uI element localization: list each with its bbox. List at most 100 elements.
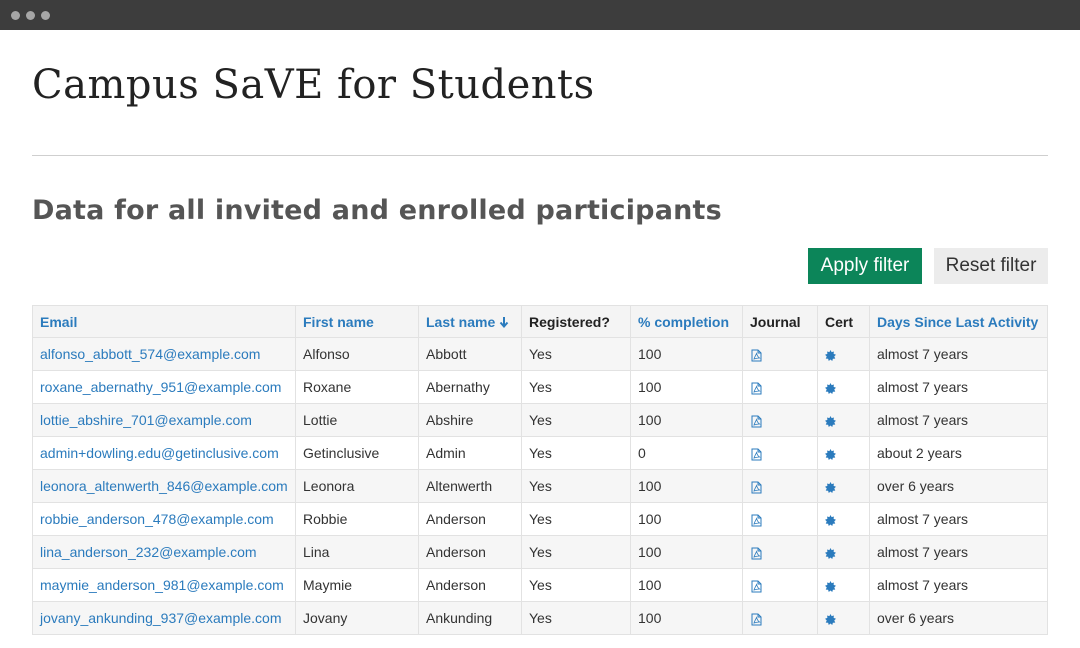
- first-name-cell: Lottie: [295, 403, 419, 437]
- column-header-cert: Cert: [817, 305, 870, 338]
- registered-cell: Yes: [521, 601, 631, 635]
- journal-cell: [742, 403, 818, 437]
- table-header-row: Email First name Last name Registered? %…: [32, 305, 1048, 338]
- cert-cell: [817, 436, 870, 470]
- last-name-cell: Anderson: [418, 568, 522, 602]
- journal-cell: [742, 502, 818, 536]
- journal-cell: [742, 568, 818, 602]
- email-link[interactable]: lottie_abshire_701@example.com: [32, 403, 296, 437]
- days-since-activity-cell: almost 7 years: [869, 370, 1048, 404]
- registered-cell: Yes: [521, 436, 631, 470]
- cert-cell: [817, 403, 870, 437]
- email-link[interactable]: jovany_ankunding_937@example.com: [32, 601, 296, 635]
- first-name-cell: Leonora: [295, 469, 419, 503]
- email-link[interactable]: robbie_anderson_478@example.com: [32, 502, 296, 536]
- pdf-icon[interactable]: [751, 514, 762, 527]
- email-link[interactable]: roxane_abernathy_951@example.com: [32, 370, 296, 404]
- certificate-badge-icon[interactable]: [825, 382, 836, 394]
- apply-filter-button[interactable]: Apply filter: [808, 248, 922, 284]
- email-link[interactable]: admin+dowling.edu@getinclusive.com: [32, 436, 296, 470]
- certificate-badge-icon[interactable]: [825, 547, 836, 559]
- completion-cell: 100: [630, 370, 743, 404]
- completion-cell: 100: [630, 568, 743, 602]
- column-header-label: Journal: [750, 313, 801, 330]
- days-since-activity-cell: over 6 years: [869, 601, 1048, 635]
- registered-cell: Yes: [521, 337, 631, 371]
- window-minimize-dot[interactable]: [26, 10, 35, 20]
- certificate-badge-icon[interactable]: [825, 415, 836, 427]
- certificate-badge-icon[interactable]: [825, 613, 836, 625]
- certificate-badge-icon[interactable]: [825, 349, 836, 361]
- registered-cell: Yes: [521, 502, 631, 536]
- email-link[interactable]: lina_anderson_232@example.com: [32, 535, 296, 569]
- first-name-cell: Robbie: [295, 502, 419, 536]
- days-since-activity-cell: almost 7 years: [869, 502, 1048, 536]
- table-row: leonora_altenwerth_846@example.com Leono…: [32, 469, 1048, 503]
- email-link[interactable]: leonora_altenwerth_846@example.com: [32, 469, 296, 503]
- journal-cell: [742, 469, 818, 503]
- cert-cell: [817, 370, 870, 404]
- certificate-badge-icon[interactable]: [825, 448, 836, 460]
- title-divider: [32, 155, 1048, 156]
- table-row: lina_anderson_232@example.com Lina Ander…: [32, 535, 1048, 569]
- window-maximize-dot[interactable]: [41, 10, 50, 20]
- cert-cell: [817, 469, 870, 503]
- first-name-cell: Roxane: [295, 370, 419, 404]
- column-header-days-since-last-activity[interactable]: Days Since Last Activity: [869, 305, 1048, 338]
- completion-cell: 100: [630, 601, 743, 635]
- table-row: admin+dowling.edu@getinclusive.com Getin…: [32, 436, 1048, 470]
- column-header-label: Last name: [426, 313, 496, 330]
- last-name-cell: Ankunding: [418, 601, 522, 635]
- pdf-icon[interactable]: [751, 613, 762, 626]
- days-since-activity-cell: almost 7 years: [869, 568, 1048, 602]
- days-since-activity-cell: about 2 years: [869, 436, 1048, 470]
- registered-cell: Yes: [521, 535, 631, 569]
- table-body: alfonso_abbott_574@example.com Alfonso A…: [32, 337, 1048, 635]
- table-row: alfonso_abbott_574@example.com Alfonso A…: [32, 337, 1048, 371]
- column-header-label: % completion: [638, 313, 730, 330]
- page-title: Campus SaVE for Students: [32, 62, 595, 108]
- reset-filter-button[interactable]: Reset filter: [934, 248, 1048, 284]
- pdf-icon[interactable]: [751, 349, 762, 362]
- column-header-last-name[interactable]: Last name: [418, 305, 522, 338]
- certificate-badge-icon[interactable]: [825, 481, 836, 493]
- completion-cell: 0: [630, 436, 743, 470]
- table-row: jovany_ankunding_937@example.com Jovany …: [32, 601, 1048, 635]
- registered-cell: Yes: [521, 403, 631, 437]
- pdf-icon[interactable]: [751, 448, 762, 461]
- window-close-dot[interactable]: [11, 10, 20, 20]
- pdf-icon[interactable]: [751, 415, 762, 428]
- email-link[interactable]: alfonso_abbott_574@example.com: [32, 337, 296, 371]
- cert-cell: [817, 502, 870, 536]
- cert-cell: [817, 337, 870, 371]
- pdf-icon[interactable]: [751, 382, 762, 395]
- days-since-activity-cell: almost 7 years: [869, 337, 1048, 371]
- last-name-cell: Anderson: [418, 535, 522, 569]
- days-since-activity-cell: almost 7 years: [869, 403, 1048, 437]
- pdf-icon[interactable]: [751, 481, 762, 494]
- table-row: lottie_abshire_701@example.com Lottie Ab…: [32, 403, 1048, 437]
- column-header-label: Cert: [825, 313, 854, 330]
- column-header-first-name[interactable]: First name: [295, 305, 419, 338]
- registered-cell: Yes: [521, 568, 631, 602]
- email-link[interactable]: maymie_anderson_981@example.com: [32, 568, 296, 602]
- last-name-cell: Anderson: [418, 502, 522, 536]
- pdf-icon[interactable]: [751, 580, 762, 593]
- registered-cell: Yes: [521, 469, 631, 503]
- completion-cell: 100: [630, 337, 743, 371]
- last-name-cell: Admin: [418, 436, 522, 470]
- table-row: roxane_abernathy_951@example.com Roxane …: [32, 370, 1048, 404]
- column-header-email[interactable]: Email: [32, 305, 296, 338]
- certificate-badge-icon[interactable]: [825, 514, 836, 526]
- pdf-icon[interactable]: [751, 547, 762, 560]
- window-titlebar: [0, 0, 1080, 30]
- column-header-journal: Journal: [742, 305, 818, 338]
- journal-cell: [742, 535, 818, 569]
- certificate-badge-icon[interactable]: [825, 580, 836, 592]
- completion-cell: 100: [630, 403, 743, 437]
- first-name-cell: Getinclusive: [295, 436, 419, 470]
- column-header-completion[interactable]: % completion: [630, 305, 743, 338]
- column-header-label: Days Since Last Activity: [877, 313, 1039, 330]
- column-header-registered: Registered?: [521, 305, 631, 338]
- journal-cell: [742, 436, 818, 470]
